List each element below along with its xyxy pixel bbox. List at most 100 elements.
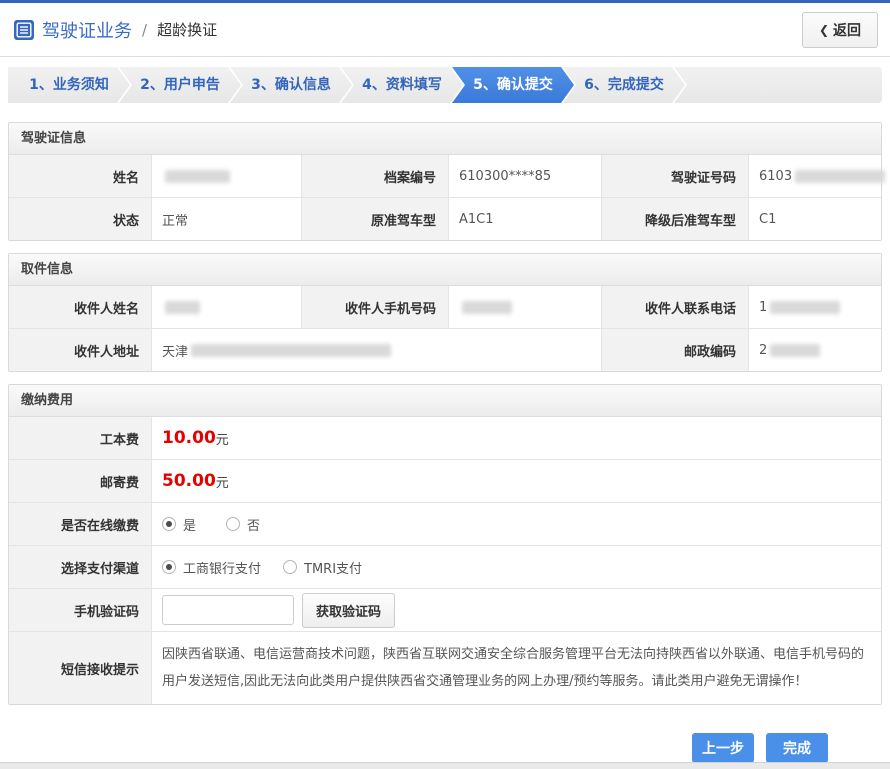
pickup-info-panel: 取件信息 收件人姓名 收件人手机号码 收件人联系电话 1 收件人地址 天津 邮政…: [8, 253, 882, 372]
license-info-panel: 驾驶证信息 姓名 档案编号 610300****85 驾驶证号码 6103 状态…: [8, 122, 882, 241]
radio-option-icbc[interactable]: 工商银行支付: [162, 558, 261, 577]
breadcrumb-separator: /: [142, 21, 147, 39]
radio-option-yes[interactable]: 是: [162, 515, 196, 534]
field-value-recipient-mobile: [448, 286, 601, 328]
field-label-postal-code: 邮政编码: [601, 329, 748, 371]
field-text: 610300****85: [459, 169, 551, 184]
field-text: A1C1: [459, 212, 494, 227]
field-label-status: 状态: [9, 198, 151, 240]
step-bar-filler: [674, 67, 882, 103]
pay-online-options: 是 否: [151, 503, 881, 545]
field-label-recipient-mobile: 收件人手机号码: [301, 286, 448, 328]
back-button-label: 返回: [833, 20, 861, 40]
page-header: 驾驶证业务 / 超龄换证 ❮ 返回: [0, 3, 890, 57]
radio-option-tmri[interactable]: TMRI支付: [283, 558, 362, 577]
redacted-value: [191, 344, 391, 357]
radio-selected-icon[interactable]: [162, 560, 176, 574]
redacted-value: [165, 301, 200, 314]
radio-unselected-icon[interactable]: [226, 517, 240, 531]
field-value-recipient-address: 天津: [151, 329, 601, 371]
field-text: 天津: [162, 341, 188, 360]
field-value-recipient-name: [151, 286, 301, 328]
field-label-file-number: 档案编号: [301, 155, 448, 197]
sms-notice-text: 因陕西省联通、电信运营商技术问题，陕西省互联网交通安全综合服务管理平台无法向持陕…: [151, 632, 881, 704]
license-info-title: 驾驶证信息: [9, 123, 881, 155]
step-6-finish-submit[interactable]: 6、完成提交: [563, 67, 685, 103]
sms-code-row: 获取验证码: [151, 589, 881, 631]
step-2-user-declaration[interactable]: 2、用户申告: [119, 67, 241, 103]
mailing-fee-amount: 50.00: [162, 471, 216, 491]
step-label: 5、确认提交: [473, 77, 553, 93]
page-title: 驾驶证业务: [42, 17, 132, 43]
step-label: 6、完成提交: [584, 77, 664, 93]
pickup-info-title: 取件信息: [9, 254, 881, 286]
field-value-license-number: 6103: [748, 155, 885, 197]
table-row: 收件人姓名 收件人手机号码 收件人联系电话 1: [9, 286, 881, 328]
footer-actions: 上一步 完成: [8, 705, 882, 763]
step-label: 1、业务须知: [29, 77, 109, 93]
field-value-original-class: A1C1: [448, 198, 601, 240]
table-row: 姓名 档案编号 610300****85 驾驶证号码 6103: [9, 155, 881, 197]
finish-button[interactable]: 完成: [766, 733, 828, 763]
back-button[interactable]: ❮ 返回: [802, 12, 878, 48]
field-label-payment-channel: 选择支付渠道: [9, 546, 151, 588]
table-row: 邮寄费 50.00元: [9, 459, 881, 502]
field-value-file-number: 610300****85: [448, 155, 601, 197]
step-5-confirm-submit[interactable]: 5、确认提交: [452, 67, 574, 103]
redacted-value: [795, 170, 885, 183]
payment-channel-options: 工商银行支付 TMRI支付: [151, 546, 881, 588]
table-row: 短信接收提示 因陕西省联通、电信运营商技术问题，陕西省互联网交通安全综合服务管理…: [9, 631, 881, 704]
step-1-business-notice[interactable]: 1、业务须知: [8, 67, 130, 103]
field-label-downgraded-class: 降级后准驾车型: [601, 198, 748, 240]
radio-label: 是: [183, 515, 196, 534]
sms-code-input[interactable]: [162, 595, 294, 625]
step-label: 3、确认信息: [251, 77, 331, 93]
radio-option-no[interactable]: 否: [226, 515, 260, 534]
payment-panel: 缴纳费用 工本费 10.00元 邮寄费 50.00元 是否在线缴费 是: [8, 384, 882, 705]
previous-step-button[interactable]: 上一步: [692, 733, 754, 763]
breadcrumb: 驾驶证业务 / 超龄换证: [14, 17, 217, 43]
field-value-recipient-phone: 1: [748, 286, 881, 328]
redacted-value: [462, 301, 512, 314]
field-label-sms-code: 手机验证码: [9, 589, 151, 631]
step-label: 4、资料填写: [362, 77, 442, 93]
table-row: 收件人地址 天津 邮政编码 2: [9, 328, 881, 371]
radio-unselected-icon[interactable]: [283, 560, 297, 574]
radio-selected-icon[interactable]: [162, 517, 176, 531]
chevron-left-icon: ❮: [819, 23, 829, 37]
bottom-page-edge: [0, 762, 890, 769]
table-row: 是否在线缴费 是 否: [9, 502, 881, 545]
step-3-confirm-info[interactable]: 3、确认信息: [230, 67, 352, 103]
production-fee-amount: 10.00: [162, 428, 216, 448]
field-label-name: 姓名: [9, 155, 151, 197]
field-label-mailing-fee: 邮寄费: [9, 460, 151, 502]
field-text: C1: [759, 212, 776, 227]
field-text: 1: [759, 300, 767, 315]
field-label-sms-notice: 短信接收提示: [9, 632, 151, 704]
field-text: 正常: [162, 210, 188, 229]
field-label-recipient-address: 收件人地址: [9, 329, 151, 371]
main-content: 1、业务须知 2、用户申告 3、确认信息 4、资料填写 5、确认提交 6、完成提…: [0, 67, 890, 763]
table-row: 手机验证码 获取验证码: [9, 588, 881, 631]
field-value-downgraded-class: C1: [748, 198, 881, 240]
table-row: 工本费 10.00元: [9, 417, 881, 459]
radio-label: TMRI支付: [304, 558, 362, 577]
field-text: 6103: [759, 169, 792, 184]
field-label-recipient-name: 收件人姓名: [9, 286, 151, 328]
radio-label: 工商银行支付: [183, 558, 261, 577]
field-value-name: [151, 155, 301, 197]
step-label: 2、用户申告: [140, 77, 220, 93]
field-text: 2: [759, 343, 767, 358]
radio-label: 否: [247, 515, 260, 534]
get-code-button[interactable]: 获取验证码: [302, 593, 395, 628]
field-label-production-fee: 工本费: [9, 417, 151, 459]
field-value-status: 正常: [151, 198, 301, 240]
field-value-production-fee: 10.00元: [151, 417, 881, 459]
redacted-value: [770, 344, 820, 357]
license-service-icon: [14, 20, 34, 40]
breadcrumb-current: 超龄换证: [157, 19, 217, 40]
fee-unit: 元: [216, 429, 229, 448]
step-4-fill-data[interactable]: 4、资料填写: [341, 67, 463, 103]
field-value-postal-code: 2: [748, 329, 881, 371]
table-row: 选择支付渠道 工商银行支付 TMRI支付: [9, 545, 881, 588]
